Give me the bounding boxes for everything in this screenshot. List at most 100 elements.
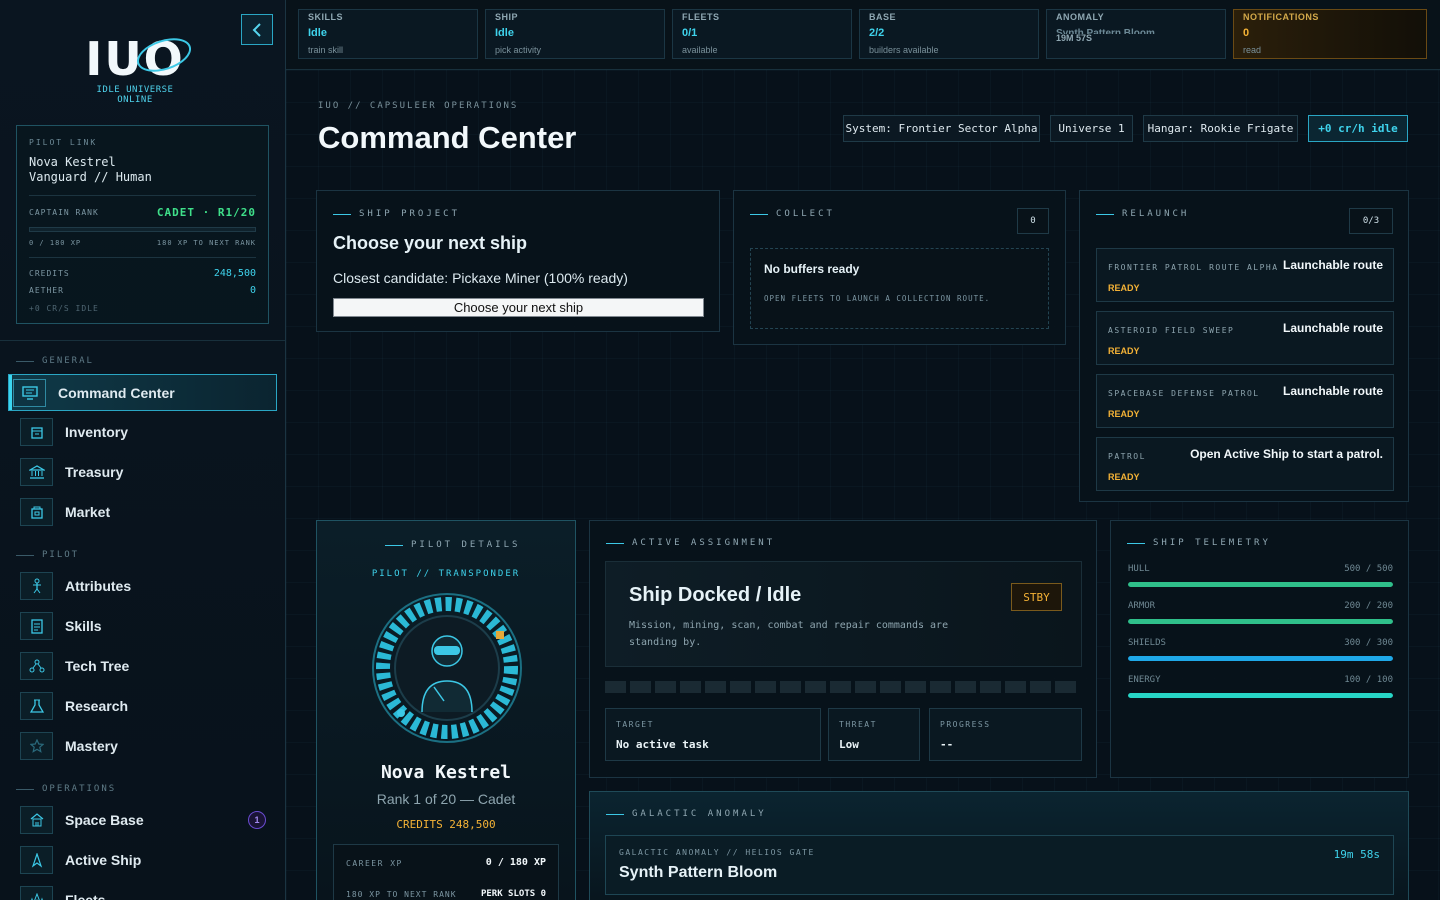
rank-value: CADET · R1/20 bbox=[156, 206, 256, 219]
telemetry-fill bbox=[1128, 693, 1393, 698]
aether-value: 0 bbox=[249, 285, 256, 296]
route-action: Launchable route bbox=[1282, 384, 1383, 398]
route-action: Launchable route bbox=[1282, 258, 1383, 272]
telemetry-label: ENERGY bbox=[1128, 675, 1161, 685]
monitor-icon bbox=[13, 378, 46, 407]
status-bar: SKILLS Idle train skill SHIP Idle pick a… bbox=[286, 0, 1440, 70]
panel-heading: SHIP TELEMETRY bbox=[1127, 538, 1271, 548]
status-ship[interactable]: SHIP Idle pick activity bbox=[485, 9, 665, 59]
career-label: CAREER XP bbox=[346, 859, 403, 868]
progress-box: PROGRESS -- bbox=[929, 708, 1082, 761]
anomaly-card[interactable]: GALACTIC ANOMALY // HELIOS GATE Synth Pa… bbox=[605, 835, 1394, 895]
pilot-link-card: PILOT LINK Nova Kestrel Vanguard // Huma… bbox=[16, 125, 269, 324]
status-sub: 19M 57S bbox=[1056, 33, 1093, 43]
status-badge: STBY bbox=[1011, 583, 1062, 611]
route-action: Open Active Ship to start a patrol. bbox=[1190, 447, 1383, 461]
status-anomaly[interactable]: ANOMALY Synth Pattern Bloom 19M 57S bbox=[1046, 9, 1226, 59]
empty-title: No buffers ready bbox=[764, 262, 860, 276]
idle-rate: +0 CR/S IDLE bbox=[29, 304, 99, 313]
panel-heading: RELAUNCH bbox=[1096, 209, 1189, 219]
telemetry-armor: ARMOR 200 / 200 bbox=[1128, 601, 1393, 624]
sidebar: IUO IDLE UNIVERSE ONLINE PILOT LINK Nova… bbox=[0, 0, 286, 900]
divider bbox=[29, 257, 256, 258]
nav-treasury[interactable]: Treasury bbox=[20, 455, 276, 489]
collapse-sidebar-button[interactable] bbox=[241, 14, 273, 45]
route-row[interactable]: ASTEROID FIELD SWEEP READY Launchable ro… bbox=[1096, 311, 1394, 365]
nav-label: Space Base bbox=[65, 812, 144, 828]
progress-segments bbox=[605, 681, 1076, 693]
xp-next: 180 XP TO NEXT RANK bbox=[156, 239, 256, 247]
collect-empty-state: No buffers ready OPEN FLEETS TO LAUNCH A… bbox=[750, 248, 1049, 329]
status-label: NOTIFICATIONS bbox=[1243, 12, 1319, 22]
target-label: TARGET bbox=[616, 720, 654, 729]
nav-market[interactable]: Market bbox=[20, 495, 276, 529]
panel-heading: PILOT DETAILS bbox=[385, 540, 520, 550]
route-status: READY bbox=[1108, 346, 1140, 356]
telemetry-value: 200 / 200 bbox=[1344, 601, 1393, 611]
status-base[interactable]: BASE 2/2 builders available bbox=[859, 9, 1039, 59]
target-value: No active task bbox=[616, 738, 709, 751]
route-name: FRONTIER PATROL ROUTE ALPHA bbox=[1108, 263, 1279, 272]
nav-section-operations: OPERATIONS bbox=[16, 784, 116, 794]
telemetry-energy: ENERGY 100 / 100 bbox=[1128, 675, 1393, 698]
nav-label: Skills bbox=[65, 618, 102, 634]
route-row[interactable]: SPACEBASE DEFENSE PATROL READY Launchabl… bbox=[1096, 374, 1394, 428]
route-name: SPACEBASE DEFENSE PATROL bbox=[1108, 389, 1260, 398]
threat-value: Low bbox=[839, 738, 859, 751]
status-sub: pick activity bbox=[495, 45, 542, 55]
panel-heading: COLLECT bbox=[750, 209, 835, 219]
status-label: ANOMALY bbox=[1056, 12, 1105, 22]
pilot-detail-credits: CREDITS 248,500 bbox=[396, 818, 496, 831]
nav-label: Treasury bbox=[65, 464, 124, 480]
telemetry-hull: HULL 500 / 500 bbox=[1128, 564, 1393, 587]
nav-mastery[interactable]: Mastery bbox=[20, 729, 276, 763]
pilot-detail-name: Nova Kestrel bbox=[380, 762, 512, 783]
nav-command-center[interactable]: Command Center bbox=[8, 374, 277, 411]
chip-idle-rate[interactable]: +0 cr/h idle bbox=[1308, 115, 1408, 142]
status-skills[interactable]: SKILLS Idle train skill bbox=[298, 9, 478, 59]
pilot-subtitle: Vanguard // Human bbox=[29, 170, 152, 184]
choose-ship-button[interactable]: Choose your next ship bbox=[333, 298, 704, 317]
chip-system[interactable]: System: Frontier Sector Alpha bbox=[843, 115, 1040, 142]
pilot-detail-rank: Rank 1 of 20 — Cadet bbox=[376, 791, 516, 807]
chevron-left-icon bbox=[252, 22, 261, 37]
box-icon bbox=[20, 418, 53, 446]
telemetry-value: 100 / 100 bbox=[1344, 675, 1393, 685]
nav-space-base[interactable]: Space Base 1 bbox=[20, 803, 276, 837]
perk-slots: PERK SLOTS 0 bbox=[480, 889, 546, 899]
route-row[interactable]: PATROL READY Open Active Ship to start a… bbox=[1096, 437, 1394, 491]
nav-active-ship[interactable]: Active Ship bbox=[20, 843, 276, 877]
nav-skills[interactable]: Skills bbox=[20, 609, 276, 643]
nav-research[interactable]: Research bbox=[20, 689, 276, 723]
nav-inventory[interactable]: Inventory bbox=[20, 415, 276, 449]
nav-label: Tech Tree bbox=[65, 658, 130, 674]
pilot-name: Nova Kestrel bbox=[29, 155, 116, 169]
nav-tech-tree[interactable]: Tech Tree bbox=[20, 649, 276, 683]
threat-label: THREAT bbox=[839, 720, 877, 729]
ship-project-panel: SHIP PROJECT Choose your next ship Close… bbox=[316, 190, 720, 332]
route-status: READY bbox=[1108, 409, 1140, 419]
assignment-title: Ship Docked / Idle bbox=[629, 584, 802, 606]
breadcrumb: IUO // CAPSULEER OPERATIONS bbox=[318, 101, 519, 111]
threat-box: THREAT Low bbox=[828, 708, 920, 761]
career-value: 0 / 180 XP bbox=[485, 857, 546, 868]
status-notifications[interactable]: NOTIFICATIONS 0 read bbox=[1233, 9, 1427, 59]
transponder-avatar-icon bbox=[372, 593, 522, 743]
nav-label: Active Ship bbox=[65, 852, 142, 868]
nav-label: Inventory bbox=[65, 424, 129, 440]
status-fleets[interactable]: FLEETS 0/1 available bbox=[672, 9, 852, 59]
xp-value: 0 / 180 XP bbox=[29, 239, 82, 247]
telemetry-shields: SHIELDS 300 / 300 bbox=[1128, 638, 1393, 661]
empty-subtitle: OPEN FLEETS TO LAUNCH A COLLECTION ROUTE… bbox=[764, 294, 991, 303]
aether-label: AETHER bbox=[29, 286, 64, 295]
nav-attributes[interactable]: Attributes bbox=[20, 569, 276, 603]
star-icon bbox=[20, 732, 53, 760]
logo: IUO IDLE UNIVERSE ONLINE bbox=[80, 32, 196, 105]
chip-hangar[interactable]: Hangar: Rookie Frigate bbox=[1143, 115, 1298, 142]
nav-fleets[interactable]: Fleets bbox=[20, 883, 276, 900]
flask-icon bbox=[20, 692, 53, 720]
rank-label: CAPTAIN RANK bbox=[29, 208, 99, 217]
route-row[interactable]: FRONTIER PATROL ROUTE ALPHA READY Launch… bbox=[1096, 248, 1394, 302]
candidate-text: Closest candidate: Pickaxe Miner (100% r… bbox=[333, 270, 628, 286]
chip-universe[interactable]: Universe 1 bbox=[1050, 115, 1133, 142]
